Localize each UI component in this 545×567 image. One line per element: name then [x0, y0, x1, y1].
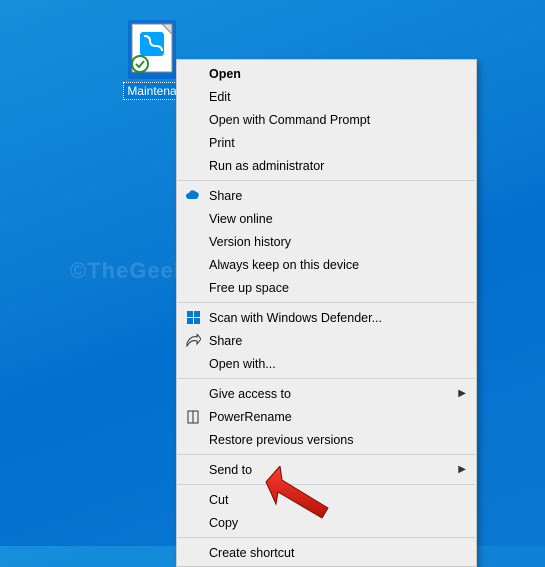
menu-separator: [178, 180, 475, 181]
menu-item-print[interactable]: Print: [177, 131, 476, 154]
menu-item-edit[interactable]: Edit: [177, 85, 476, 108]
menu-label: Edit: [209, 90, 446, 104]
menu-label: Send to: [209, 463, 446, 477]
defender-icon: [177, 310, 209, 325]
menu-item-powerrename[interactable]: PowerRename: [177, 405, 476, 428]
menu-separator: [178, 484, 475, 485]
batch-file-icon: [128, 20, 176, 79]
menu-label: Copy: [209, 516, 446, 530]
menu-item-restore-previous[interactable]: Restore previous versions: [177, 428, 476, 451]
menu-label: Scan with Windows Defender...: [209, 311, 446, 325]
menu-separator: [178, 378, 475, 379]
menu-item-send-to[interactable]: Send to ▶: [177, 458, 476, 481]
menu-item-run-admin[interactable]: Run as administrator: [177, 154, 476, 177]
menu-separator: [178, 537, 475, 538]
menu-item-share[interactable]: Share: [177, 329, 476, 352]
menu-label: Give access to: [209, 387, 446, 401]
menu-label: Open with...: [209, 357, 446, 371]
menu-item-share-onedrive[interactable]: Share: [177, 184, 476, 207]
menu-item-free-up[interactable]: Free up space: [177, 276, 476, 299]
menu-label: Version history: [209, 235, 446, 249]
menu-label: Create shortcut: [209, 546, 446, 560]
menu-label: Free up space: [209, 281, 446, 295]
menu-item-copy[interactable]: Copy: [177, 511, 476, 534]
menu-label: Print: [209, 136, 446, 150]
chevron-right-icon: ▶: [458, 464, 466, 475]
menu-item-open-with[interactable]: Open with...: [177, 352, 476, 375]
menu-item-open[interactable]: Open: [177, 62, 476, 85]
menu-label: Restore previous versions: [209, 433, 446, 447]
menu-label: PowerRename: [209, 410, 446, 424]
menu-separator: [178, 302, 475, 303]
cloud-icon: [177, 190, 209, 201]
menu-label: Cut: [209, 493, 446, 507]
menu-item-create-shortcut[interactable]: Create shortcut: [177, 541, 476, 564]
menu-item-open-cmd[interactable]: Open with Command Prompt: [177, 108, 476, 131]
menu-label: Open: [209, 67, 446, 81]
menu-item-give-access[interactable]: Give access to ▶: [177, 382, 476, 405]
menu-label: Open with Command Prompt: [209, 113, 446, 127]
desktop-file-label: Maintena: [123, 82, 180, 100]
menu-item-version-history[interactable]: Version history: [177, 230, 476, 253]
menu-separator: [178, 454, 475, 455]
menu-label: Share: [209, 189, 446, 203]
context-menu: Open Edit Open with Command Prompt Print…: [176, 59, 477, 567]
powerrename-icon: [177, 410, 209, 424]
menu-label: Share: [209, 334, 446, 348]
menu-label: Always keep on this device: [209, 258, 446, 272]
chevron-right-icon: ▶: [458, 388, 466, 399]
menu-item-defender[interactable]: Scan with Windows Defender...: [177, 306, 476, 329]
menu-item-view-online[interactable]: View online: [177, 207, 476, 230]
menu-label: Run as administrator: [209, 159, 446, 173]
share-icon: [177, 334, 209, 347]
menu-item-always-keep[interactable]: Always keep on this device: [177, 253, 476, 276]
menu-label: View online: [209, 212, 446, 226]
menu-item-cut[interactable]: Cut: [177, 488, 476, 511]
